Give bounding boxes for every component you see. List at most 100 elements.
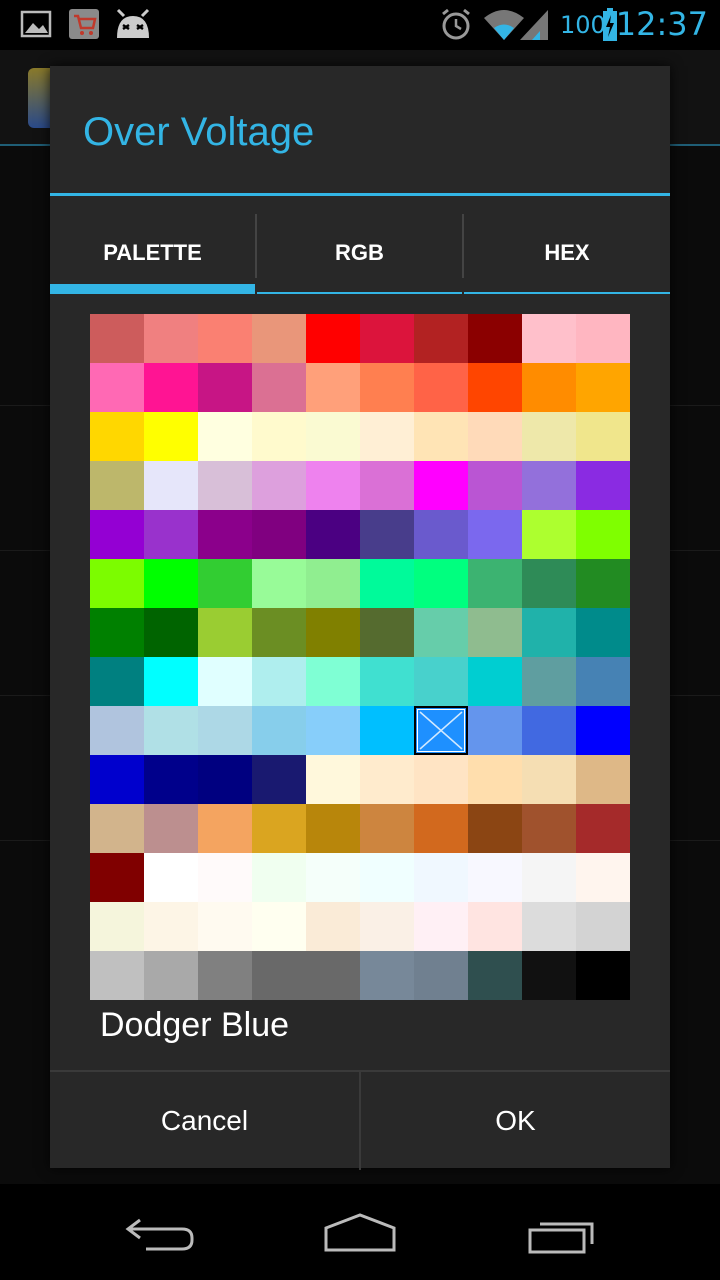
color-swatch[interactable]	[198, 314, 252, 363]
color-swatch[interactable]	[576, 657, 630, 706]
color-swatch[interactable]	[360, 755, 414, 804]
color-swatch[interactable]	[522, 363, 576, 412]
color-swatch[interactable]	[468, 559, 522, 608]
color-swatch[interactable]	[144, 804, 198, 853]
color-swatch[interactable]	[252, 706, 306, 755]
color-swatch[interactable]	[468, 853, 522, 902]
color-swatch[interactable]	[198, 412, 252, 461]
color-swatch[interactable]	[414, 363, 468, 412]
color-swatch[interactable]	[576, 755, 630, 804]
color-swatch[interactable]	[522, 510, 576, 559]
color-swatch[interactable]	[198, 951, 252, 1000]
color-swatch[interactable]	[306, 804, 360, 853]
color-swatch[interactable]	[252, 363, 306, 412]
color-swatch[interactable]	[468, 510, 522, 559]
color-swatch[interactable]	[144, 902, 198, 951]
color-swatch[interactable]	[360, 804, 414, 853]
color-swatch[interactable]	[414, 657, 468, 706]
color-swatch[interactable]	[252, 657, 306, 706]
color-swatch[interactable]	[306, 951, 360, 1000]
color-swatch[interactable]	[360, 314, 414, 363]
color-swatch[interactable]	[414, 559, 468, 608]
color-swatch[interactable]	[576, 461, 630, 510]
color-swatch[interactable]	[576, 902, 630, 951]
color-swatch[interactable]	[90, 902, 144, 951]
color-swatch[interactable]	[198, 804, 252, 853]
color-swatch[interactable]	[90, 461, 144, 510]
color-swatch[interactable]	[576, 559, 630, 608]
color-swatch[interactable]	[306, 902, 360, 951]
color-swatch[interactable]	[252, 608, 306, 657]
color-swatch[interactable]	[360, 559, 414, 608]
color-swatch[interactable]	[198, 755, 252, 804]
color-swatch[interactable]	[576, 363, 630, 412]
color-swatch[interactable]	[468, 608, 522, 657]
color-swatch[interactable]	[360, 951, 414, 1000]
color-swatch[interactable]	[468, 314, 522, 363]
color-swatch[interactable]	[306, 706, 360, 755]
color-swatch[interactable]	[576, 706, 630, 755]
color-swatch[interactable]	[576, 314, 630, 363]
tab-palette[interactable]: PALETTE	[50, 212, 255, 294]
color-swatch[interactable]	[306, 657, 360, 706]
color-swatch[interactable]	[252, 412, 306, 461]
color-swatch[interactable]	[144, 363, 198, 412]
color-swatch[interactable]	[360, 510, 414, 559]
color-swatch[interactable]	[252, 853, 306, 902]
color-swatch[interactable]	[306, 755, 360, 804]
color-swatch[interactable]	[198, 363, 252, 412]
color-swatch[interactable]	[90, 412, 144, 461]
color-swatch[interactable]	[252, 951, 306, 1000]
color-swatch[interactable]	[468, 412, 522, 461]
color-swatch[interactable]	[90, 559, 144, 608]
color-swatch[interactable]	[90, 804, 144, 853]
color-swatch[interactable]	[522, 314, 576, 363]
color-swatch[interactable]	[360, 853, 414, 902]
tab-hex[interactable]: HEX	[464, 212, 670, 294]
color-swatch[interactable]	[144, 510, 198, 559]
color-swatch[interactable]	[468, 706, 522, 755]
color-swatch[interactable]	[144, 853, 198, 902]
color-swatch[interactable]	[414, 412, 468, 461]
color-swatch[interactable]	[468, 363, 522, 412]
color-swatch[interactable]	[90, 510, 144, 559]
color-swatch[interactable]	[576, 853, 630, 902]
color-swatch[interactable]	[360, 902, 414, 951]
color-swatch[interactable]	[198, 461, 252, 510]
color-swatch[interactable]	[360, 461, 414, 510]
color-swatch[interactable]	[414, 951, 468, 1000]
color-swatch[interactable]	[198, 853, 252, 902]
color-swatch[interactable]	[252, 314, 306, 363]
color-swatch[interactable]	[414, 461, 468, 510]
color-swatch[interactable]	[522, 657, 576, 706]
color-swatch[interactable]	[252, 804, 306, 853]
color-swatch[interactable]	[576, 804, 630, 853]
color-swatch[interactable]	[252, 559, 306, 608]
color-swatch[interactable]	[252, 755, 306, 804]
color-swatch[interactable]	[522, 755, 576, 804]
color-swatch[interactable]	[252, 902, 306, 951]
color-swatch[interactable]	[90, 853, 144, 902]
color-swatch[interactable]	[144, 657, 198, 706]
color-swatch[interactable]	[198, 657, 252, 706]
color-swatch[interactable]	[468, 461, 522, 510]
color-swatch[interactable]	[360, 657, 414, 706]
color-swatch[interactable]	[252, 461, 306, 510]
color-swatch[interactable]	[144, 951, 198, 1000]
color-swatch[interactable]	[522, 608, 576, 657]
color-swatch[interactable]	[306, 461, 360, 510]
color-swatch[interactable]	[252, 510, 306, 559]
color-swatch[interactable]	[576, 951, 630, 1000]
color-swatch[interactable]	[198, 510, 252, 559]
color-swatch[interactable]	[90, 608, 144, 657]
color-swatch[interactable]	[360, 412, 414, 461]
color-swatch[interactable]	[198, 559, 252, 608]
color-swatch[interactable]	[414, 755, 468, 804]
color-swatch[interactable]	[306, 363, 360, 412]
color-swatch[interactable]	[306, 559, 360, 608]
color-swatch[interactable]	[414, 314, 468, 363]
recent-apps-icon[interactable]	[526, 1212, 598, 1261]
color-swatch[interactable]	[360, 706, 414, 755]
color-swatch[interactable]	[306, 510, 360, 559]
color-swatch[interactable]	[576, 510, 630, 559]
